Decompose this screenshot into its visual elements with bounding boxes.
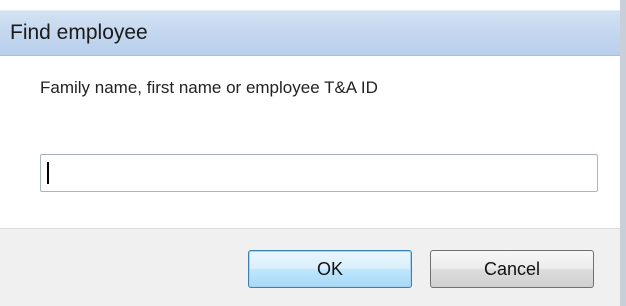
dialog-title: Find employee xyxy=(10,21,148,44)
cancel-button[interactable]: Cancel xyxy=(430,250,594,288)
dialog-title-bar[interactable]: Find employee xyxy=(0,10,620,56)
text-caret xyxy=(47,162,49,184)
find-employee-dialog: Find employee Family name, first name or… xyxy=(0,0,626,306)
ok-button[interactable]: OK xyxy=(248,250,412,288)
search-prompt-label: Family name, first name or employee T&A … xyxy=(40,78,378,97)
employee-search-input[interactable] xyxy=(40,154,598,192)
